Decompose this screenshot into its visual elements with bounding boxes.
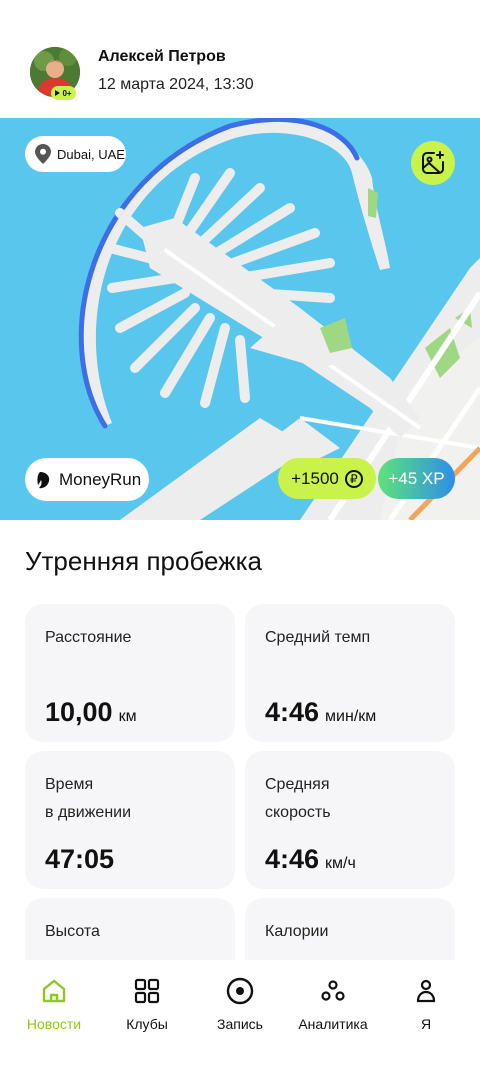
bottom-tab-bar: Новости Клубы Запись Аналитика Я	[0, 960, 480, 1081]
tab-label: Я	[420, 1016, 432, 1032]
stat-label: Высота	[45, 923, 100, 940]
stat-value: 4:46 км/ч	[265, 844, 356, 874]
tab-label: Новости	[26, 1016, 82, 1032]
tab-analytics[interactable]: Аналитика	[285, 976, 381, 1032]
stat-label: Время в движении	[45, 776, 132, 821]
ruble-icon: ₽	[344, 469, 363, 488]
location-pill[interactable]: Dubai, UAE	[25, 136, 126, 172]
play-icon	[55, 90, 61, 96]
home-icon	[42, 979, 66, 1003]
moneyrun-logo-icon	[37, 471, 50, 488]
tab-label: Запись	[217, 1016, 263, 1032]
location-pin-icon	[35, 144, 51, 164]
post-header: 0+ Алексей Петров 12 марта 2024, 13:30	[0, 0, 480, 118]
tab-clubs[interactable]: Клубы	[99, 976, 195, 1032]
level-badge: 0+	[51, 86, 76, 100]
stat-card-moving-time: Время в движении 47:05	[25, 751, 235, 889]
badge-text: 0+	[62, 88, 72, 98]
xp-pill: +45 XP	[378, 458, 455, 499]
record-icon	[226, 977, 254, 1005]
reward-amount: +1500	[291, 468, 339, 488]
location-text: Dubai, UAE	[57, 146, 125, 162]
stat-label: Калории	[265, 923, 329, 940]
stat-label: Средняя скорость	[265, 776, 331, 821]
stat-card-speed: Средняя скорость 4:46 км/ч	[245, 751, 455, 889]
tab-profile[interactable]: Я	[378, 976, 474, 1032]
activity-title: Утренняя пробежка	[25, 546, 263, 576]
profile-icon	[416, 979, 436, 1003]
tab-label: Клубы	[126, 1016, 168, 1032]
stat-label: Средний темп	[265, 629, 371, 646]
stat-label: Расстояние	[45, 629, 132, 646]
grid-icon	[134, 978, 160, 1004]
tab-news[interactable]: Новости	[6, 976, 102, 1032]
stat-value: 47:05	[45, 844, 115, 874]
image-add-icon	[422, 151, 444, 174]
stat-value: 10,00 км	[45, 697, 137, 727]
brand-pill[interactable]: MoneyRun	[25, 458, 149, 501]
add-photo-button[interactable]	[411, 141, 455, 185]
stat-card-pace: Средний темп 4:46 мин/км	[245, 604, 455, 742]
stat-value: 4:46 мин/км	[265, 697, 377, 727]
post-date: 12 марта 2024, 13:30	[98, 76, 254, 93]
tab-record[interactable]: Запись	[192, 976, 288, 1032]
xp-amount: +45 XP	[388, 468, 445, 488]
reward-pill: +1500 ₽	[278, 458, 376, 499]
analytics-icon	[321, 980, 345, 1001]
tab-label: Аналитика	[298, 1016, 368, 1032]
brand-name: MoneyRun	[59, 469, 142, 489]
stat-card-distance: Расстояние 10,00 км	[25, 604, 235, 742]
user-name[interactable]: Алексей Петров	[98, 48, 226, 66]
